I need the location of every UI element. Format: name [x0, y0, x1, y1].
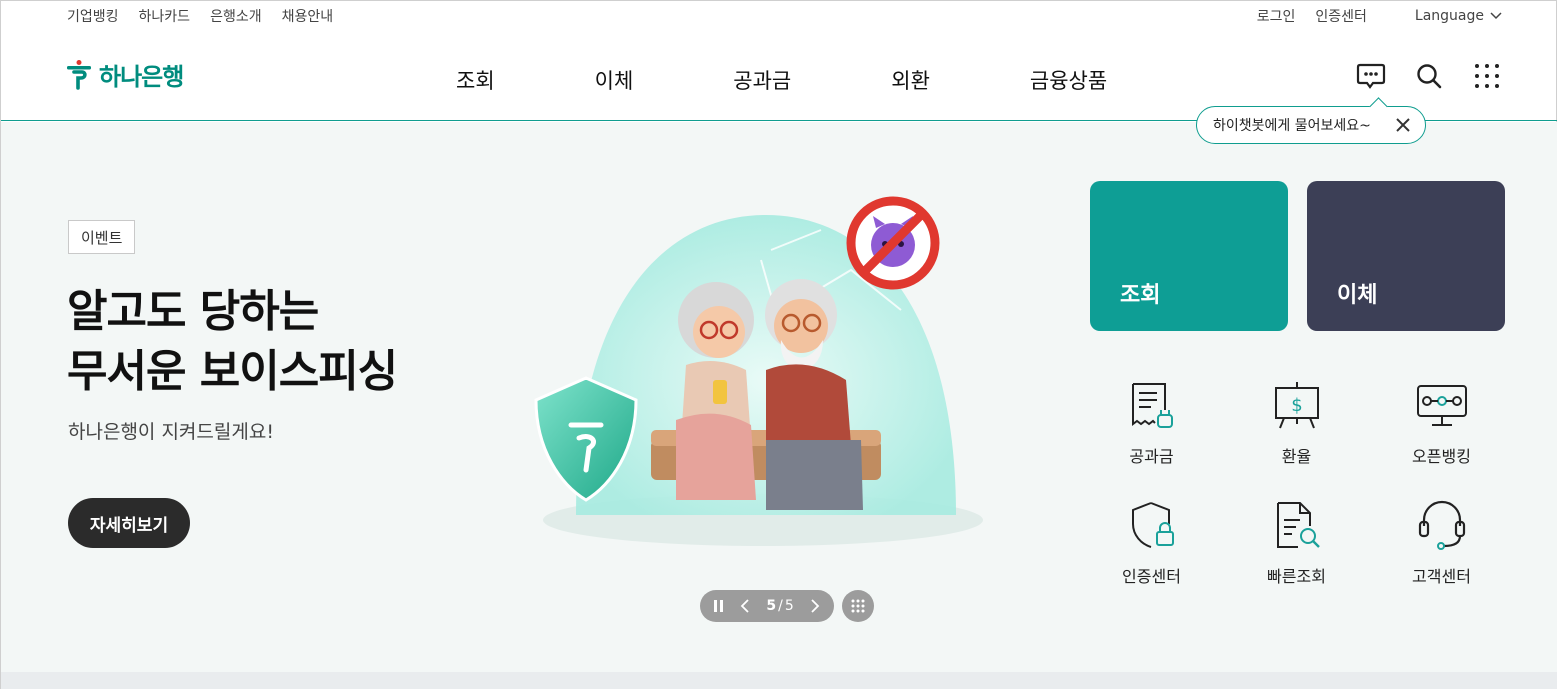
exchange-board-icon: $	[1274, 382, 1319, 429]
search-button[interactable]	[1414, 61, 1444, 91]
all-menu-button[interactable]	[1472, 61, 1502, 91]
chevron-left-icon	[740, 599, 749, 613]
chatbot-tooltip-text: 하이챗봇에게 물어보세요~	[1213, 118, 1371, 134]
banner-pager: 5 / 5	[700, 590, 834, 622]
transfer-tile-label: 이체	[1337, 283, 1378, 308]
quick-exchange-rate[interactable]: $ 환율	[1224, 377, 1369, 467]
nav-foreign-exchange[interactable]: 외환	[891, 65, 930, 95]
prev-slide-button[interactable]	[740, 599, 750, 613]
nav-financial-products[interactable]: 금융상품	[1030, 65, 1107, 95]
svg-text:$: $	[1291, 395, 1302, 416]
utility-bar: 기업뱅킹 하나카드 은행소개 채용안내 로그인 인증센터 Language	[1, 1, 1557, 29]
search-icon	[1417, 64, 1442, 89]
hana-bank-logo[interactable]: 하나은행	[65, 57, 184, 92]
grid-icon	[851, 599, 865, 613]
quick-certificate-center-label: 인증센터	[1122, 567, 1181, 586]
quick-utility-bills-label: 공과금	[1129, 447, 1174, 466]
quick-fast-inquiry[interactable]: 빠른조회	[1224, 497, 1369, 587]
nav-inquiry[interactable]: 조회	[456, 65, 495, 95]
quick-exchange-rate-label: 환율	[1281, 447, 1312, 466]
pause-button[interactable]	[714, 600, 724, 612]
careers-link[interactable]: 채용안내	[282, 6, 334, 26]
current-slide: 5	[766, 598, 777, 614]
quick-open-banking[interactable]: 오픈뱅킹	[1369, 377, 1514, 467]
shield-lock-icon	[1131, 502, 1174, 548]
next-slide-button[interactable]	[810, 599, 820, 613]
headset-icon	[1418, 500, 1465, 550]
utility-links-right: 로그인 인증센터 Language	[1257, 6, 1502, 26]
login-link[interactable]: 로그인	[1257, 6, 1296, 26]
footer-strip	[1, 672, 1557, 689]
header-icons	[1356, 61, 1502, 91]
chatbot-tooltip: 하이챗봇에게 물어보세요~	[1196, 106, 1426, 144]
language-selector[interactable]: Language	[1415, 8, 1502, 24]
chevron-down-icon	[1490, 12, 1502, 20]
total-slides: 5	[784, 598, 794, 614]
quick-fast-inquiry-label: 빠른조회	[1267, 567, 1326, 586]
banner-headline: 알고도 당하는 무서운 보이스피싱	[67, 282, 398, 402]
quick-utility-bills[interactable]: 공과금	[1079, 377, 1224, 467]
inquiry-tile-label: 조회	[1120, 283, 1161, 308]
document-search-icon	[1276, 502, 1320, 548]
banner-subline: 하나은행이 지켜드릴게요!	[68, 421, 274, 443]
all-menu-icon	[1475, 64, 1499, 88]
close-icon[interactable]	[1393, 115, 1413, 135]
bill-icon	[1131, 383, 1173, 428]
quick-customer-center-label: 고객센터	[1412, 567, 1471, 586]
quick-menu: 공과금 $ 환율 오픈뱅킹 인증센터 빠른조회 고객센터	[1079, 377, 1515, 587]
slide-counter: 5 / 5	[766, 598, 793, 614]
transfer-tile[interactable]: 이체	[1307, 181, 1505, 331]
view-all-slides-button[interactable]	[842, 590, 874, 622]
quick-customer-center[interactable]: 고객센터	[1369, 497, 1514, 587]
voice-phishing-illustration	[534, 196, 983, 546]
headline-line-1: 알고도 당하는	[67, 286, 319, 337]
main-banner: 이벤트 알고도 당하는 무서운 보이스피싱 하나은행이 지켜드릴게요! 자세히보…	[1, 122, 1557, 672]
bank-intro-link[interactable]: 은행소개	[210, 6, 262, 26]
inquiry-tile[interactable]: 조회	[1090, 181, 1288, 331]
chatbot-icon	[1356, 63, 1386, 89]
quick-open-banking-label: 오픈뱅킹	[1412, 447, 1471, 466]
open-banking-icon	[1416, 385, 1467, 426]
chatbot-button[interactable]	[1356, 61, 1386, 91]
global-navigation: 조회 이체 공과금 외환 금융상품	[456, 65, 1107, 95]
quick-certificate-center[interactable]: 인증센터	[1079, 497, 1224, 587]
slide-separator: /	[778, 598, 783, 614]
nav-utility-bills[interactable]: 공과금	[733, 65, 791, 95]
corporate-banking-link[interactable]: 기업뱅킹	[67, 6, 119, 26]
logo-text: 하나은행	[99, 63, 184, 91]
nav-transfer[interactable]: 이체	[595, 65, 634, 95]
utility-links-left: 기업뱅킹 하나카드 은행소개 채용안내	[67, 6, 333, 26]
event-badge: 이벤트	[68, 220, 136, 254]
hana-card-link[interactable]: 하나카드	[139, 6, 191, 26]
hana-logo-icon	[67, 59, 91, 90]
headline-line-2: 무서운 보이스피싱	[67, 346, 398, 397]
pause-icon	[714, 600, 723, 612]
certificate-center-link[interactable]: 인증센터	[1315, 6, 1367, 26]
details-button[interactable]: 자세히보기	[68, 498, 190, 548]
chevron-right-icon	[811, 599, 820, 613]
language-label: Language	[1414, 8, 1484, 24]
